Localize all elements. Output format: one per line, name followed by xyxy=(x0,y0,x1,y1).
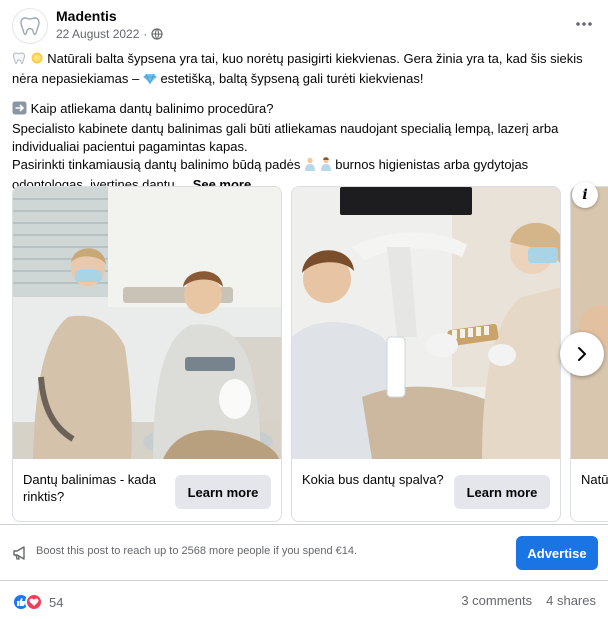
more-options-button[interactable] xyxy=(572,12,596,36)
megaphone-icon xyxy=(13,546,25,560)
sun-emoji-icon xyxy=(30,51,44,70)
post-meta: 22 August 2022 · xyxy=(56,27,164,41)
ad-info-button[interactable]: i xyxy=(572,182,598,208)
card-image[interactable] xyxy=(292,187,560,459)
clinic-photo xyxy=(571,187,608,459)
divider xyxy=(0,524,608,525)
card-footer: Dantų balinimas - kada rinktis? Learn mo… xyxy=(13,459,281,521)
card-title[interactable]: Kokia bus dantų spalva? xyxy=(302,471,444,488)
post-question: Kaip atliekama dantų balinimo procedūra? xyxy=(30,101,274,116)
dental-shade-guide-photo xyxy=(292,187,560,459)
love-reaction-icon xyxy=(25,593,43,611)
reactions-count: 54 xyxy=(49,594,64,610)
carousel-next-button[interactable] xyxy=(560,332,604,376)
ellipsis-icon xyxy=(576,22,592,26)
post-paragraph-2: Specialisto kabinete dantų balinimas gal… xyxy=(12,121,559,154)
learn-more-button[interactable]: Learn more xyxy=(454,475,550,509)
engagement-stats: 3 comments 4 shares xyxy=(461,593,596,608)
card-footer: Natū xyxy=(571,459,608,521)
chevron-right-icon xyxy=(578,347,586,361)
carousel-card[interactable]: Kokia bus dantų spalva? Learn more xyxy=(291,186,561,522)
meta-separator: · xyxy=(143,27,148,41)
health-worker-emoji-icon xyxy=(304,157,316,176)
arrow-right-emoji-icon xyxy=(12,101,27,120)
card-footer: Kokia bus dantų spalva? Learn more xyxy=(292,459,560,521)
post-paragraph-1-b: estetišką, baltą šypseną gali turėti kie… xyxy=(160,71,424,86)
card-image[interactable] xyxy=(571,187,608,459)
card-title[interactable]: Dantų balinimas - kada rinktis? xyxy=(23,471,165,505)
globe-icon xyxy=(151,28,164,40)
tooth-logo-icon xyxy=(20,17,40,36)
post-header: Madentis 22 August 2022 · xyxy=(12,6,596,44)
post-paragraph-1: Natūrali balta šypsena yra tai, kuo norė… xyxy=(12,50,598,90)
boost-row: Boost this post to reach up to 2568 more… xyxy=(12,536,598,570)
card-image[interactable] xyxy=(13,187,281,459)
divider xyxy=(0,580,608,581)
carousel: Dantų balinimas - kada rinktis? Learn mo… xyxy=(12,186,608,524)
diamond-emoji-icon xyxy=(143,71,157,90)
tooth-emoji-icon xyxy=(12,51,26,70)
page-avatar[interactable] xyxy=(12,8,48,44)
card-title[interactable]: Natū xyxy=(581,471,608,488)
dentist-and-patient-photo xyxy=(13,187,281,459)
post-paragraph-3-a: Pasirinkti tinkamiausią dantų balinimo b… xyxy=(12,157,301,172)
carousel-card[interactable]: Dantų balinimas - kada rinktis? Learn mo… xyxy=(12,186,282,522)
page-name[interactable]: Madentis xyxy=(56,8,117,24)
learn-more-button[interactable]: Learn more xyxy=(175,475,271,509)
reactions-summary[interactable]: 54 xyxy=(12,592,63,612)
post-date[interactable]: 22 August 2022 xyxy=(56,27,139,41)
post-text: Natūrali balta šypsena yra tai, kuo norė… xyxy=(12,50,598,194)
boost-text: Boost this post to reach up to 2568 more… xyxy=(36,545,358,557)
shares-count[interactable]: 4 shares xyxy=(546,593,596,608)
post-paragraph-question-block: Kaip atliekama dantų balinimo procedūra?… xyxy=(12,100,598,194)
advertise-button[interactable]: Advertise xyxy=(516,536,598,570)
health-worker-woman-emoji-icon xyxy=(320,157,332,176)
comments-count[interactable]: 3 comments xyxy=(461,593,532,608)
